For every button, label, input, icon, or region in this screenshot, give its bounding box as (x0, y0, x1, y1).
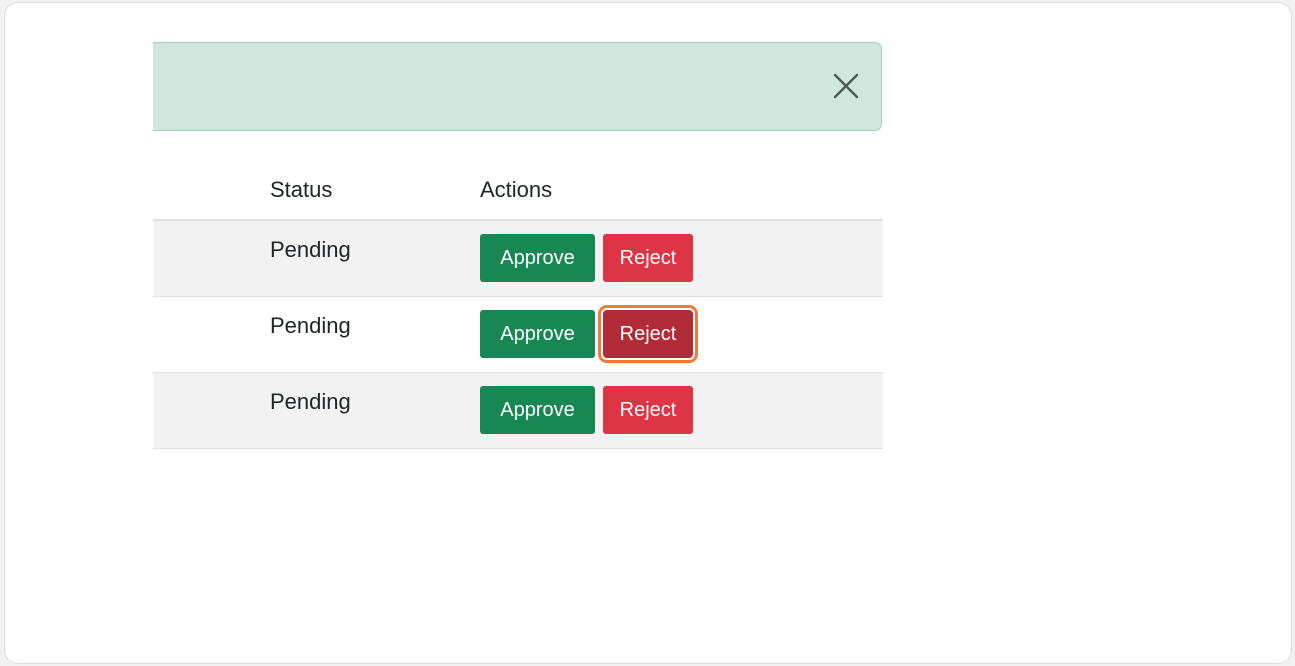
table-row: Pending Approve Reject (153, 297, 883, 373)
approve-button[interactable]: Approve (480, 310, 595, 358)
table-row: Pending Approve Reject (153, 373, 883, 449)
close-icon[interactable] (831, 71, 861, 101)
status-cell: Pending (270, 313, 351, 338)
reject-button[interactable]: Reject (603, 234, 693, 282)
page-frame: Status Actions Pending Approve Reject Pe… (4, 2, 1292, 664)
column-header-actions: Actions (480, 177, 553, 202)
status-cell: Pending (270, 389, 351, 414)
success-alert (153, 42, 882, 131)
reject-button[interactable]: Reject (603, 386, 693, 434)
column-header-status: Status (270, 177, 333, 202)
approve-button[interactable]: Approve (480, 234, 595, 282)
status-cell: Pending (270, 237, 351, 262)
requests-table: Status Actions Pending Approve Reject Pe… (153, 163, 883, 449)
reject-button-focused[interactable]: Reject (603, 310, 693, 358)
table-header: Status Actions (153, 163, 883, 221)
approve-button[interactable]: Approve (480, 386, 595, 434)
table-row: Pending Approve Reject (153, 221, 883, 297)
